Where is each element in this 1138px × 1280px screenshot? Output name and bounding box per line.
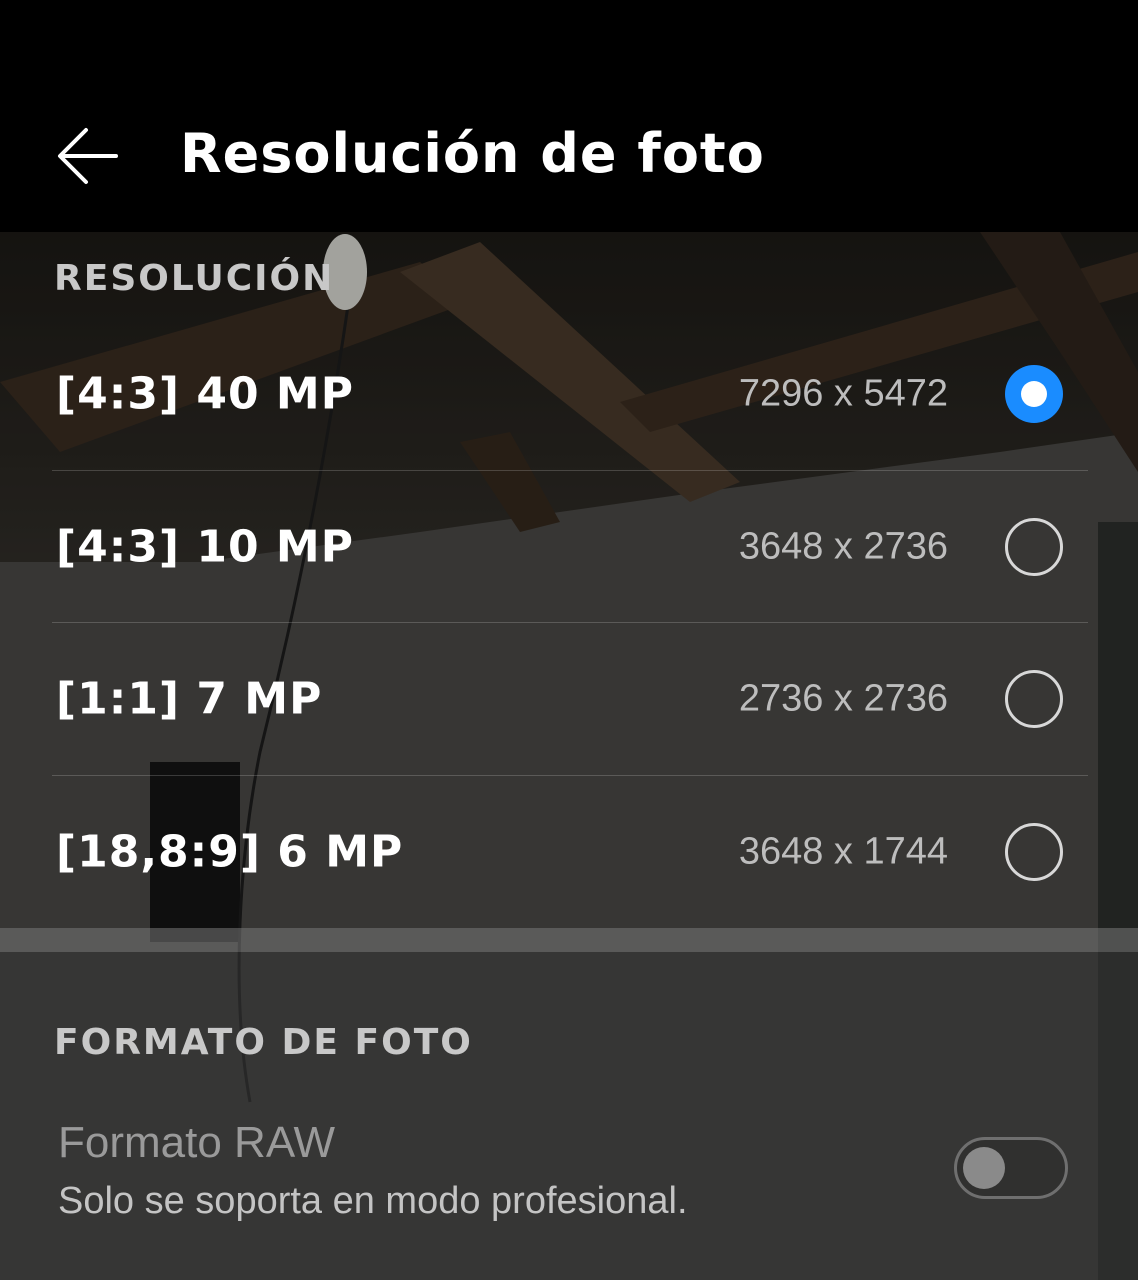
resolution-option-7mp[interactable]: [1:1] 7 MP 2736 x 2736 bbox=[0, 623, 1138, 775]
page-title: Resolución de foto bbox=[180, 122, 765, 185]
format-section-background bbox=[0, 952, 1138, 1280]
radio-unselected[interactable] bbox=[1005, 518, 1063, 576]
radio-unselected[interactable] bbox=[1005, 670, 1063, 728]
option-label: [4:3] 40 MP bbox=[56, 368, 354, 420]
option-label: [4:3] 10 MP bbox=[56, 521, 354, 573]
option-dimensions: 3648 x 1744 bbox=[738, 830, 948, 873]
section-label-format: FORMATO DE FOTO bbox=[54, 1022, 473, 1063]
resolution-option-6mp[interactable]: [18,8:9] 6 MP 3648 x 1744 bbox=[0, 776, 1138, 928]
raw-format-title: Formato RAW bbox=[58, 1118, 336, 1167]
toggle-knob bbox=[963, 1147, 1005, 1189]
back-arrow-icon bbox=[58, 128, 118, 184]
section-label-resolution: RESOLUCIÓN bbox=[54, 258, 335, 299]
option-dimensions: 7296 x 5472 bbox=[738, 372, 948, 415]
app-bar: Resolución de foto bbox=[0, 0, 1138, 232]
back-button[interactable] bbox=[56, 124, 120, 188]
radio-selected[interactable] bbox=[1005, 365, 1063, 423]
resolution-option-10mp[interactable]: [4:3] 10 MP 3648 x 2736 bbox=[0, 471, 1138, 623]
raw-format-toggle[interactable] bbox=[954, 1137, 1068, 1199]
option-dimensions: 2736 x 2736 bbox=[738, 677, 948, 720]
raw-format-subtitle: Solo se soporta en modo profesional. bbox=[58, 1180, 688, 1222]
option-dimensions: 3648 x 2736 bbox=[738, 525, 948, 568]
section-separator bbox=[0, 928, 1138, 952]
option-label: [1:1] 7 MP bbox=[56, 673, 323, 725]
radio-unselected[interactable] bbox=[1005, 823, 1063, 881]
resolution-option-40mp[interactable]: [4:3] 40 MP 7296 x 5472 bbox=[0, 318, 1138, 470]
option-label: [18,8:9] 6 MP bbox=[56, 826, 404, 878]
